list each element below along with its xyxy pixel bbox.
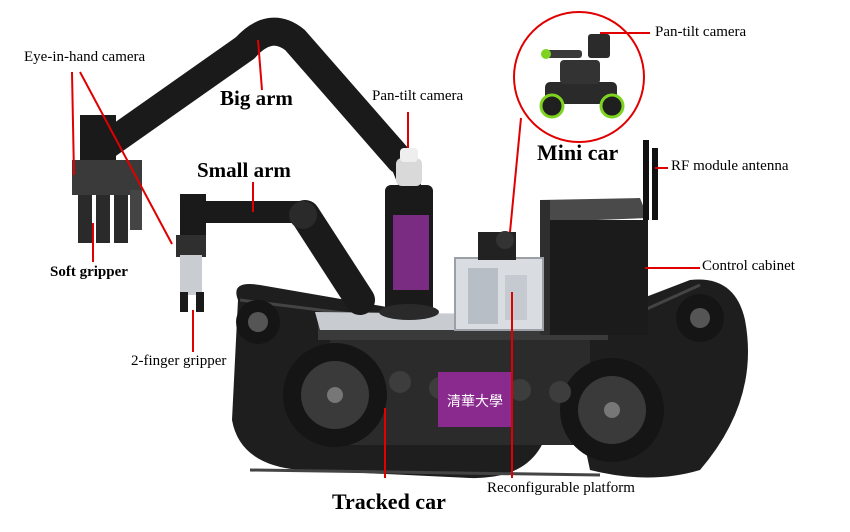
control-cabinet (540, 198, 648, 335)
annotated-robot-figure: 清華大學 Eye-in-hand camera Big arm Pan-tilt… (0, 0, 850, 532)
label-pan-tilt-camera-mini: Pan-tilt camera (655, 24, 747, 40)
track-wheel (283, 343, 387, 447)
track-wheel (676, 294, 724, 342)
label-tracked-car: Tracked car (332, 489, 446, 514)
label-small-arm: Small arm (197, 158, 291, 182)
mini-car-inset (513, 11, 645, 143)
label-control-cabinet: Control cabinet (702, 258, 795, 274)
track-wheel (236, 300, 280, 344)
track-wheel (560, 358, 664, 462)
label-mini-car: Mini car (537, 140, 619, 165)
label-2-finger-gripper: 2-finger gripper (131, 353, 227, 369)
big-arm-base (379, 185, 439, 320)
label-pan-tilt-camera-main: Pan-tilt camera (372, 88, 464, 104)
label-soft-gripper: Soft gripper (50, 264, 128, 280)
label-big-arm: Big arm (220, 86, 293, 110)
label-rf-module-antenna: RF module antenna (671, 158, 789, 174)
reconfigurable-platform (454, 231, 544, 331)
label-reconfigurable-platform: Reconfigurable platform (487, 480, 635, 496)
label-eye-in-hand-camera: Eye-in-hand camera (24, 49, 146, 65)
rf-antenna (643, 140, 658, 220)
university-logo-text: 清華大學 (447, 394, 503, 410)
